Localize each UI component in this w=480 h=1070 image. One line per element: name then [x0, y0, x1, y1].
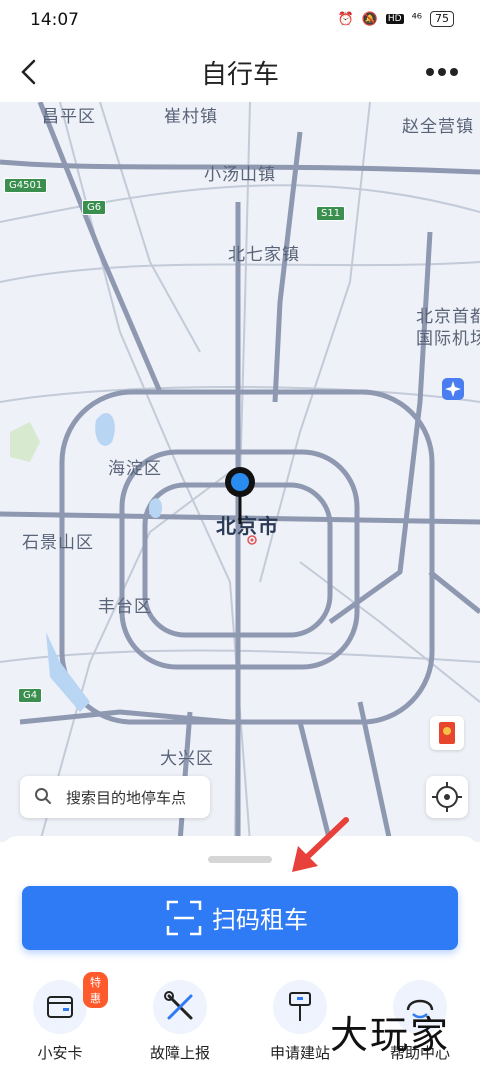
- red-packet-icon: [439, 722, 455, 744]
- map-label-cuicun: 崔村镇: [164, 107, 218, 127]
- quick-action-report-fault[interactable]: 故障上报: [135, 980, 225, 1070]
- signal-icon: ⁴⁶: [411, 11, 422, 27]
- station-icon-wrapper: [273, 980, 327, 1034]
- red-packet-button[interactable]: [430, 716, 464, 750]
- crosshair-icon: [432, 782, 462, 812]
- map-label-shijingshan: 石景山区: [22, 533, 94, 553]
- status-bar: 14:07 ⏰ 🔕 HD ⁴⁶ 75: [0, 0, 480, 42]
- red-arrow-icon: [292, 817, 349, 872]
- promo-badge: 特惠: [83, 972, 108, 1008]
- highway-shield-s11: S11: [316, 206, 346, 221]
- quick-action-xiaoan-card[interactable]: 特惠 小安卡: [15, 972, 108, 1070]
- tools-icon-wrapper: [153, 980, 207, 1034]
- card-icon-wrapper: [33, 980, 87, 1034]
- watermark-text: 大玩家: [330, 1013, 451, 1057]
- city-center-icon: [247, 535, 257, 545]
- map-label-daxing: 大兴区: [160, 749, 214, 769]
- more-icon[interactable]: [422, 58, 462, 86]
- location-pin-icon: [225, 467, 255, 524]
- map-label-beiqijia: 北七家镇: [228, 245, 300, 265]
- mute-icon: 🔕: [361, 11, 378, 27]
- tools-icon: [164, 991, 193, 1020]
- status-icons: ⏰ 🔕 HD ⁴⁶ 75: [337, 11, 454, 27]
- card-icon: [47, 996, 73, 1018]
- alarm-icon: ⏰: [337, 11, 354, 27]
- highway-shield-g4: G4: [18, 688, 43, 703]
- map-label-zhaoquanying: 赵全营镇: [402, 117, 474, 137]
- map-label-changping: 昌平区: [42, 107, 96, 127]
- header: 自行车: [0, 42, 480, 102]
- station-sign-icon: [289, 992, 311, 1021]
- quick-action-label: 故障上报: [149, 1044, 210, 1062]
- scan-button-label: 扫码租车: [212, 906, 308, 934]
- map-label-haidian: 海淀区: [108, 459, 162, 479]
- search-placeholder: 搜索目的地停车点: [66, 789, 187, 807]
- map-label-xiaotangshan: 小汤山镇: [204, 165, 276, 185]
- highway-shield-g4501: G4501: [4, 178, 48, 193]
- hd-icon: HD: [385, 14, 404, 24]
- search-icon: [35, 788, 51, 804]
- quick-action-label: 小安卡: [37, 1044, 83, 1062]
- locate-me-button[interactable]: [426, 776, 468, 818]
- map-label-airport-line2: 国际机场: [416, 329, 480, 349]
- battery-icon: 75: [430, 11, 454, 27]
- page-title: 自行车: [200, 60, 279, 90]
- status-time: 14:07: [30, 10, 79, 30]
- airport-icon: [442, 378, 464, 400]
- destination-search-box[interactable]: 搜索目的地停车点: [20, 776, 210, 818]
- map-label-fengtai: 丰台区: [98, 597, 152, 617]
- highway-shield-g6: G6: [82, 200, 107, 215]
- scan-to-rent-button[interactable]: 扫码租车: [22, 886, 458, 950]
- sheet-drag-handle[interactable]: [208, 856, 272, 863]
- scan-icon: [166, 900, 202, 936]
